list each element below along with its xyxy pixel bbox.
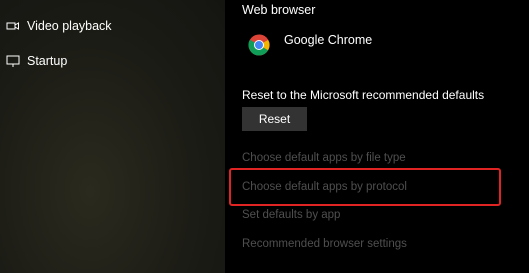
nav-item-video-playback[interactable]: Video playback xyxy=(0,9,225,43)
nav-item-startup[interactable]: Startup xyxy=(0,44,225,78)
web-browser-heading: Web browser xyxy=(242,3,316,17)
web-browser-default-app-button[interactable]: Google Chrome xyxy=(242,28,372,62)
recommended-browser-settings-link[interactable]: Recommended browser settings xyxy=(242,238,407,250)
chrome-icon xyxy=(242,28,276,62)
choose-default-apps-by-file-type-link[interactable]: Choose default apps by file type xyxy=(242,152,406,164)
nav-item-label: Video playback xyxy=(27,19,112,33)
default-apps-settings-window: Video playback Startup Web browser Googl… xyxy=(0,0,529,273)
nav-item-label: Startup xyxy=(27,54,68,68)
content-pane: Web browser Google Chrome Reset to the M… xyxy=(225,0,529,273)
startup-icon xyxy=(5,53,21,69)
video-playback-icon xyxy=(5,18,21,34)
reset-button[interactable]: Reset xyxy=(242,107,307,131)
set-defaults-by-app-link[interactable]: Set defaults by app xyxy=(242,209,340,221)
reset-heading: Reset to the Microsoft recommended defau… xyxy=(242,88,485,102)
default-browser-name: Google Chrome xyxy=(284,33,373,47)
choose-default-apps-by-protocol-link[interactable]: Choose default apps by protocol xyxy=(242,181,407,193)
nav-pane: Video playback Startup xyxy=(0,0,225,273)
